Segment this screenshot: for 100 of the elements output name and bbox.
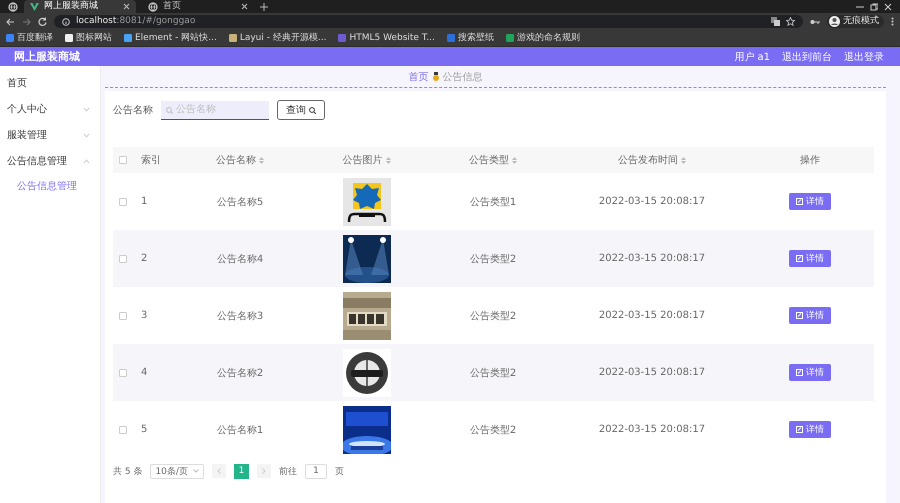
close-icon[interactable] bbox=[884, 2, 892, 10]
bookmark[interactable]: 图标网站 bbox=[65, 34, 112, 42]
header-link[interactable]: 退出到前台 bbox=[782, 50, 832, 64]
details-button[interactable]: 详情 bbox=[789, 193, 831, 210]
bookmark-icon bbox=[228, 34, 237, 42]
sort-icon bbox=[259, 156, 264, 164]
details-button[interactable]: 详情 bbox=[789, 364, 831, 381]
bookmark[interactable]: 百度翻译 bbox=[6, 34, 53, 42]
restore-icon[interactable] bbox=[870, 2, 878, 10]
tab-title: 网上服装商城 bbox=[44, 2, 99, 11]
chevron-right-icon bbox=[262, 468, 266, 474]
table-cell: 2022-03-15 20:08:17 bbox=[598, 367, 706, 378]
table-cell-text: 公告类型1 bbox=[470, 196, 516, 208]
table-cell-text: 公告名称4 bbox=[216, 252, 264, 266]
search-icon bbox=[166, 106, 173, 114]
table-cell: 1 bbox=[141, 196, 148, 207]
edit-icon bbox=[796, 255, 803, 262]
v-logo-icon bbox=[30, 2, 39, 10]
app-title: 网上服装商城 bbox=[14, 49, 80, 64]
bookmark-icon bbox=[446, 34, 455, 42]
star-icon[interactable] bbox=[786, 17, 795, 26]
forward-icon[interactable] bbox=[22, 18, 31, 26]
translate-icon[interactable] bbox=[771, 17, 780, 26]
table-cell-text: 公告类型2 bbox=[470, 252, 516, 266]
edit-icon bbox=[796, 369, 803, 376]
column-header[interactable]: 公告类型 bbox=[469, 153, 517, 167]
details-button[interactable]: 详情 bbox=[789, 421, 831, 438]
checkbox[interactable] bbox=[119, 312, 127, 320]
checkbox[interactable] bbox=[119, 368, 127, 376]
header-link[interactable]: 退出登录 bbox=[844, 50, 884, 64]
browser-tab[interactable]: 首页 bbox=[142, 0, 254, 13]
goto-label: 前往 bbox=[278, 466, 297, 478]
breadcrumb-link[interactable]: 首页 bbox=[408, 70, 428, 84]
edit-icon bbox=[796, 312, 803, 319]
menu-item[interactable]: 个人中心 bbox=[0, 96, 100, 122]
bookmark[interactable]: HTML5 Website T... bbox=[338, 34, 435, 42]
field-label: 公告名称 bbox=[113, 104, 153, 117]
checkbox[interactable] bbox=[119, 156, 127, 164]
back-icon[interactable] bbox=[6, 18, 15, 26]
bookmark[interactable]: Element - 网站快... bbox=[124, 34, 217, 42]
total-count: 共 5 条 bbox=[113, 466, 142, 478]
details-button[interactable]: 详情 bbox=[789, 250, 831, 267]
profile-button[interactable]: 无痕模式 bbox=[827, 15, 884, 28]
sort-icon bbox=[512, 156, 517, 164]
search-icon bbox=[309, 106, 316, 114]
key-icon[interactable] bbox=[810, 18, 820, 24]
close-icon[interactable] bbox=[123, 3, 130, 10]
menu-item[interactable]: 服装管理 bbox=[0, 122, 100, 148]
table-cell-text: 公告名称1 bbox=[216, 424, 264, 436]
submenu-item[interactable]: 公告信息管理 bbox=[0, 174, 100, 198]
table-cell-text: 公告类型2 bbox=[470, 366, 516, 380]
plus-icon[interactable] bbox=[260, 2, 268, 10]
details-button[interactable]: 详情 bbox=[789, 307, 831, 324]
menu-item[interactable]: 首页 bbox=[0, 70, 100, 96]
column-header: 操作 bbox=[800, 154, 820, 167]
table-cell-text: 公告名称5 bbox=[216, 196, 264, 208]
browser-tab[interactable]: 网上服装商城 bbox=[24, 0, 136, 13]
search-field[interactable]: 公告名称 bbox=[161, 100, 269, 120]
bookmark-icon bbox=[65, 34, 73, 42]
medal-icon bbox=[432, 72, 438, 81]
incognito-icon bbox=[829, 16, 840, 27]
table-cell: 4 bbox=[141, 367, 148, 378]
column-header: 索引 bbox=[141, 154, 161, 167]
bookmark[interactable]: 搜索壁纸 bbox=[446, 34, 494, 42]
table-cell-text: 公告名称2 bbox=[216, 366, 264, 380]
table-cell: 2 bbox=[141, 253, 148, 264]
sort-icon bbox=[681, 156, 686, 164]
bookmark-icon bbox=[338, 34, 346, 42]
reload-icon[interactable] bbox=[38, 17, 47, 26]
column-header[interactable]: 公告图片 bbox=[342, 153, 390, 167]
caret-icon bbox=[192, 469, 199, 473]
column-header[interactable]: 公告名称 bbox=[216, 153, 264, 167]
tab-title: 首页 bbox=[163, 2, 182, 11]
user-label: 用户 a1 bbox=[734, 50, 770, 64]
table-cell-text: 公告类型2 bbox=[470, 310, 516, 322]
bookmark[interactable]: 游戏的命名规则 bbox=[506, 34, 580, 42]
table-cell: 2022-03-15 20:08:17 bbox=[598, 253, 706, 264]
address-field[interactable]: localhost:8081/#/gonggao bbox=[54, 15, 803, 28]
chevron-left-icon bbox=[216, 468, 221, 474]
bookmark-icon bbox=[506, 34, 514, 42]
edit-icon bbox=[796, 198, 803, 205]
search-button[interactable]: 查询 bbox=[277, 100, 325, 120]
close-icon[interactable] bbox=[241, 3, 248, 10]
bookmark[interactable]: Layui - 经典开源模... bbox=[228, 34, 326, 42]
more-icon[interactable] bbox=[891, 17, 894, 26]
page-size-select[interactable]: 10条/页 bbox=[150, 464, 204, 478]
checkbox[interactable] bbox=[119, 254, 127, 262]
table-cell: 3 bbox=[141, 310, 148, 321]
page-suffix: 页 bbox=[334, 466, 344, 478]
globe-icon[interactable] bbox=[8, 2, 18, 12]
globe-icon bbox=[148, 2, 158, 12]
checkbox[interactable] bbox=[119, 426, 127, 434]
page-input[interactable]: 1 bbox=[304, 464, 327, 478]
menu-item[interactable]: 公告信息管理 bbox=[0, 148, 100, 174]
column-header[interactable]: 公告发布时间 bbox=[618, 153, 686, 167]
bookmark-icon bbox=[6, 34, 14, 42]
checkbox[interactable] bbox=[119, 198, 127, 206]
table-cell-text: 公告类型2 bbox=[470, 424, 516, 436]
table-cell: 2022-03-15 20:08:17 bbox=[598, 424, 706, 435]
table-cell: 2022-03-15 20:08:17 bbox=[598, 196, 706, 207]
